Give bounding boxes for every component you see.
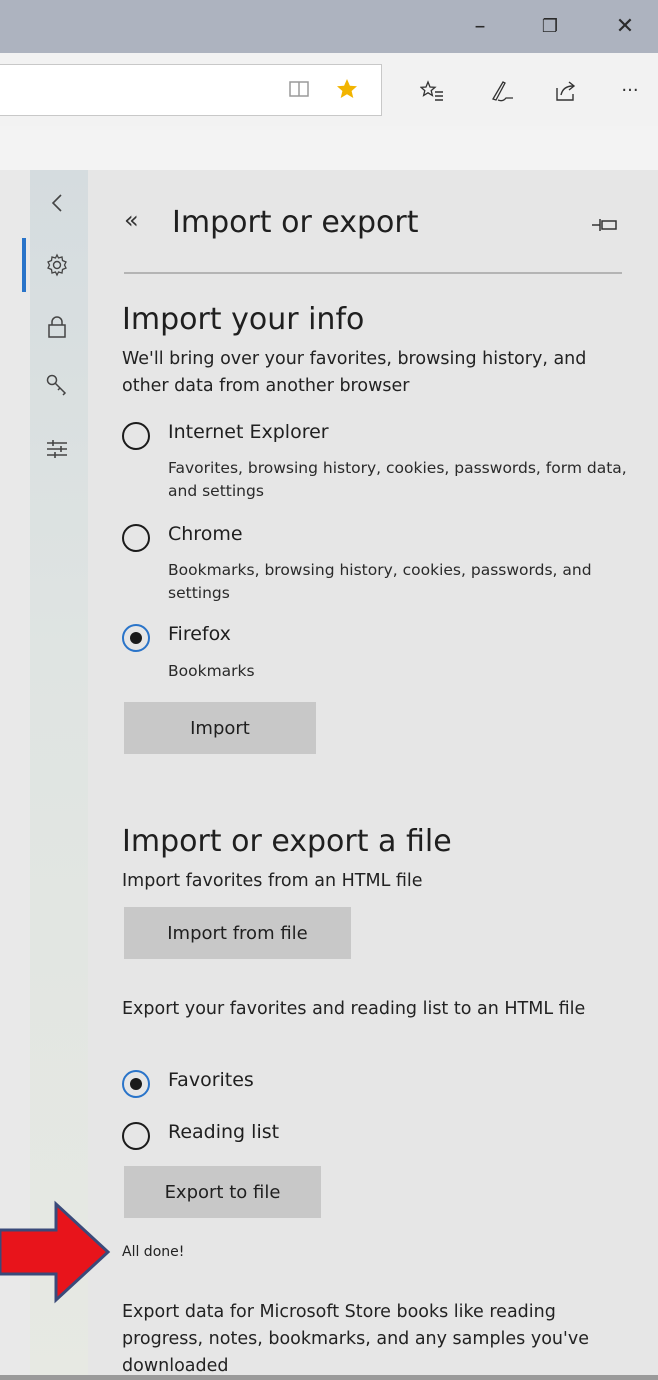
firefox-description: Bookmarks: [168, 662, 255, 680]
favorite-star-icon[interactable]: [333, 75, 361, 103]
radio-label-favorites[interactable]: Favorites: [168, 1069, 254, 1091]
page-content-edge: [0, 170, 30, 1380]
radio-chrome[interactable]: [122, 524, 150, 552]
import-info-heading: Import your info: [122, 302, 365, 337]
advanced-settings-sliders-icon[interactable]: [40, 432, 74, 466]
radio-label-reading-list[interactable]: Reading list: [168, 1121, 279, 1143]
header-divider: [124, 272, 622, 274]
file-section-heading: Import or export a file: [122, 824, 452, 859]
back-chevron-icon[interactable]: «: [124, 206, 139, 234]
radio-favorites[interactable]: [122, 1070, 150, 1098]
panel-title: Import or export: [172, 205, 419, 240]
bottom-border: [0, 1375, 658, 1380]
settings-rail: [22, 170, 88, 1380]
close-button[interactable]: ✕: [605, 6, 645, 46]
export-status-message: All done!: [122, 1244, 185, 1260]
pin-icon[interactable]: [590, 216, 620, 238]
store-books-description: Export data for Microsoft Store books li…: [122, 1302, 589, 1376]
address-bar[interactable]: [0, 64, 382, 116]
favorites-list-icon[interactable]: [418, 77, 446, 105]
import-from-file-button[interactable]: Import from file: [124, 907, 351, 959]
restore-button[interactable]: ❐: [530, 6, 570, 46]
gear-icon[interactable]: [40, 248, 74, 282]
radio-internet-explorer[interactable]: [122, 422, 150, 450]
favorites-bar: [0, 126, 658, 171]
share-icon[interactable]: [552, 77, 580, 105]
radio-reading-list[interactable]: [122, 1122, 150, 1150]
export-to-file-button[interactable]: Export to file: [124, 1166, 321, 1218]
radio-label-internet-explorer[interactable]: Internet Explorer: [168, 421, 329, 443]
radio-label-firefox[interactable]: Firefox: [168, 623, 231, 645]
reading-view-icon[interactable]: [288, 78, 310, 100]
title-bar: – ❐ ✕: [0, 0, 658, 53]
browser-window: – ❐ ✕ ··· « Import or export Import your…: [0, 0, 658, 1380]
radio-label-chrome[interactable]: Chrome: [168, 523, 243, 545]
pen-notes-icon[interactable]: [488, 77, 516, 105]
minimize-button[interactable]: –: [460, 6, 500, 46]
export-description: Export your favorites and reading list t…: [122, 999, 586, 1019]
chrome-description: Bookmarks, browsing history, cookies, pa…: [168, 561, 592, 602]
internet-explorer-description: Favorites, browsing history, cookies, pa…: [168, 459, 627, 500]
more-menu-button[interactable]: ···: [612, 75, 648, 105]
import-button[interactable]: Import: [124, 702, 316, 754]
radio-firefox[interactable]: [122, 624, 150, 652]
red-arrow-annotation: [0, 1200, 111, 1304]
lock-icon[interactable]: [40, 310, 74, 344]
browser-toolbar: ···: [0, 53, 658, 126]
collapse-chevron-icon[interactable]: [40, 186, 74, 220]
import-file-description: Import favorites from an HTML file: [122, 871, 423, 891]
import-info-description: We'll bring over your favorites, browsin…: [122, 349, 587, 396]
key-icon[interactable]: [40, 368, 74, 402]
active-rail-indicator: [22, 238, 26, 292]
